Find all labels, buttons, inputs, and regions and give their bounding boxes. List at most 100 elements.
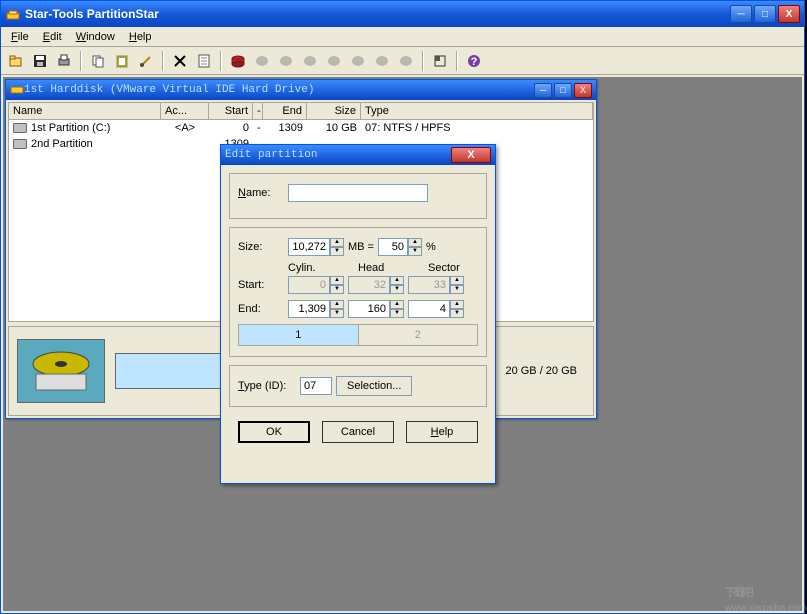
menu-help[interactable]: Help: [123, 30, 158, 44]
start-sec-input: [408, 276, 450, 294]
start-head-input: [348, 276, 390, 294]
cell-active: <A>: [161, 121, 209, 135]
toggle-icon[interactable]: [429, 50, 451, 72]
spin-down-icon[interactable]: ▼: [408, 247, 422, 256]
cell-sep: -: [253, 121, 263, 135]
size-spinner[interactable]: ▲▼: [288, 238, 344, 256]
cancel-button[interactable]: Cancel: [322, 421, 394, 443]
size-unit-label: MB =: [348, 241, 374, 253]
segment-2[interactable]: 2: [359, 325, 478, 345]
col-start[interactable]: Start: [209, 103, 253, 119]
toolbar-separator: [162, 51, 164, 71]
spin-down-icon[interactable]: ▼: [390, 309, 404, 318]
child-title: 1st Harddisk (VMware Virtual IDE Hard Dr…: [24, 84, 532, 96]
type-id-input[interactable]: [300, 377, 332, 395]
help-button[interactable]: Help: [406, 421, 478, 443]
end-cyl-spinner[interactable]: ▲▼: [288, 300, 344, 318]
sector-header: Sector: [428, 262, 476, 274]
col-name[interactable]: Name: [9, 103, 161, 119]
segment-1[interactable]: 1: [239, 325, 359, 345]
col-size[interactable]: Size: [307, 103, 361, 119]
start-cyl-input: [288, 276, 330, 294]
app-icon: [5, 6, 21, 22]
end-label: End:: [238, 303, 284, 315]
spin-up-icon: ▲: [330, 276, 344, 285]
end-sec-input[interactable]: [408, 300, 450, 318]
start-label: Start:: [238, 279, 284, 291]
type-label: Type (ID):: [238, 380, 296, 392]
spin-up-icon[interactable]: ▲: [330, 300, 344, 309]
delete-icon[interactable]: [169, 50, 191, 72]
percent-input[interactable]: [378, 238, 408, 256]
col-type[interactable]: Type: [361, 103, 593, 119]
spin-up-icon[interactable]: ▲: [408, 238, 422, 247]
bubble-icon: [395, 50, 417, 72]
listview-header: Name Ac... Start - End Size Type: [9, 103, 593, 120]
percent-spinner[interactable]: ▲▼: [378, 238, 422, 256]
table-row[interactable]: 1st Partition (C:) <A> 0 - 1309 10 GB 07…: [9, 120, 593, 136]
dialog-body: Name: Size: ▲▼ MB = ▲▼ % Cylin. Head Sec…: [221, 165, 495, 451]
size-input[interactable]: [288, 238, 330, 256]
bubble-icon: [251, 50, 273, 72]
disk-icon[interactable]: [227, 50, 249, 72]
copy-icon[interactable]: [87, 50, 109, 72]
col-end[interactable]: End: [263, 103, 307, 119]
menubar: File Edit Window Help: [1, 27, 804, 47]
ok-button[interactable]: OK: [238, 421, 310, 443]
end-head-spinner[interactable]: ▲▼: [348, 300, 404, 318]
name-field[interactable]: [288, 184, 428, 202]
spin-up-icon: ▲: [450, 276, 464, 285]
partition-selector-bar[interactable]: 1 2: [238, 324, 478, 346]
bubble-icon: [299, 50, 321, 72]
child-titlebar: 1st Harddisk (VMware Virtual IDE Hard Dr…: [6, 80, 596, 100]
paste-icon[interactable]: [111, 50, 133, 72]
child-maximize-button[interactable]: □: [554, 83, 572, 98]
toolbar-separator: [80, 51, 82, 71]
percent-sign: %: [426, 241, 436, 253]
head-header: Head: [358, 262, 406, 274]
window-controls: ─ □ X: [730, 5, 800, 23]
brush-icon[interactable]: [135, 50, 157, 72]
spin-up-icon[interactable]: ▲: [450, 300, 464, 309]
size-label: Size:: [238, 241, 284, 253]
save-icon[interactable]: [29, 50, 51, 72]
close-button[interactable]: X: [778, 5, 800, 23]
open-icon[interactable]: [5, 50, 27, 72]
menu-window[interactable]: Window: [70, 30, 121, 44]
selection-button[interactable]: Selection...: [336, 376, 412, 396]
spin-up-icon[interactable]: ▲: [390, 300, 404, 309]
maximize-button[interactable]: □: [754, 5, 776, 23]
minimize-button[interactable]: ─: [730, 5, 752, 23]
app-title: Star-Tools PartitionStar: [25, 7, 730, 21]
end-sec-spinner[interactable]: ▲▼: [408, 300, 464, 318]
child-minimize-button[interactable]: ─: [534, 83, 552, 98]
spin-down-icon: ▼: [330, 285, 344, 294]
size-group: Size: ▲▼ MB = ▲▼ % Cylin. Head Sector St…: [229, 227, 487, 357]
col-active[interactable]: Ac...: [161, 103, 209, 119]
properties-icon[interactable]: [193, 50, 215, 72]
spin-down-icon[interactable]: ▼: [330, 247, 344, 256]
col-separator[interactable]: -: [253, 103, 263, 119]
child-close-button[interactable]: X: [574, 83, 592, 98]
bubble-icon: [347, 50, 369, 72]
print-icon[interactable]: [53, 50, 75, 72]
end-cyl-input[interactable]: [288, 300, 330, 318]
drive-image: [17, 339, 105, 403]
spin-down-icon[interactable]: ▼: [330, 309, 344, 318]
end-head-input[interactable]: [348, 300, 390, 318]
menu-file[interactable]: File: [5, 30, 35, 44]
dialog-close-button[interactable]: X: [451, 147, 491, 163]
bubble-icon: [323, 50, 345, 72]
menu-edit[interactable]: Edit: [37, 30, 68, 44]
dialog-title: Edit partition: [225, 149, 451, 161]
cylin-header: Cylin.: [288, 262, 336, 274]
spin-down-icon: ▼: [450, 285, 464, 294]
help-icon[interactable]: ?: [463, 50, 485, 72]
cell-type: 07: NTFS / HPFS: [361, 121, 593, 135]
spin-down-icon[interactable]: ▼: [450, 309, 464, 318]
partition-icon: [13, 123, 27, 133]
spin-up-icon[interactable]: ▲: [330, 238, 344, 247]
bubble-icon: [371, 50, 393, 72]
start-sec-spinner: ▲▼: [408, 276, 464, 294]
edit-partition-dialog: Edit partition X Name: Size: ▲▼ MB = ▲▼ …: [220, 144, 496, 484]
